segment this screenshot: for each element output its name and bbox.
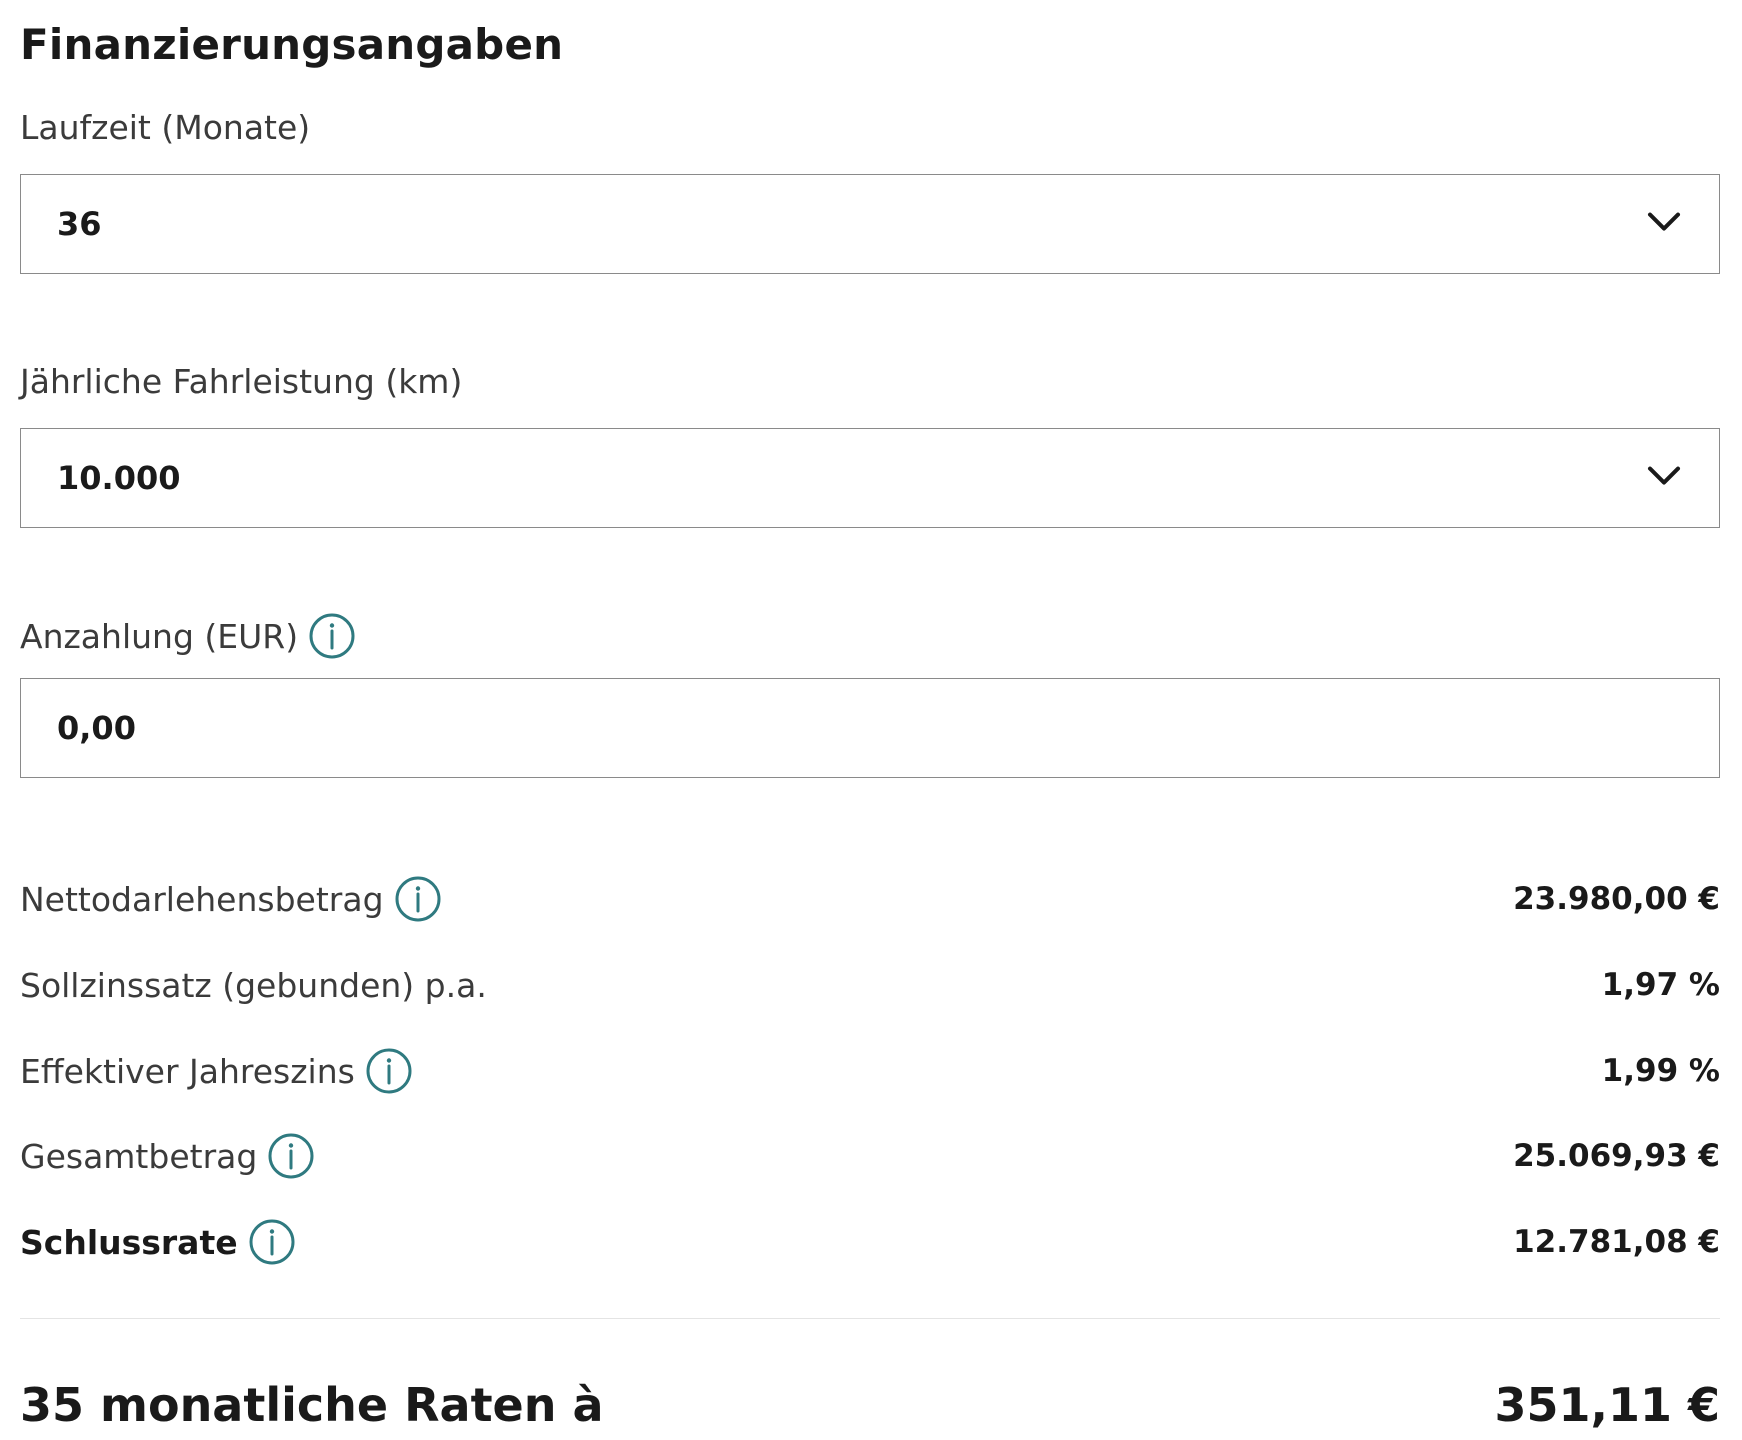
summary-label-text: Schlussrate: [20, 1222, 238, 1262]
financing-panel: Finanzierungsangaben Laufzeit (Monate) 3…: [20, 0, 1722, 1440]
summary-label: Sollzinssatz (gebunden) p.a.: [20, 966, 487, 1005]
section-title: Finanzierungsangaben: [20, 20, 564, 69]
summary-label: Schlussrate: [20, 1218, 296, 1266]
summary-value: 25.069,93 €: [1513, 1138, 1720, 1174]
summary-row-sollzinssatz: Sollzinssatz (gebunden) p.a. 1,97 %: [20, 957, 1720, 1013]
total-value: 351,11 €: [1494, 1378, 1720, 1432]
info-icon[interactable]: [267, 1132, 315, 1180]
summary-row-schlussrate: Schlussrate 12.781,08 €: [20, 1214, 1720, 1270]
info-icon[interactable]: [308, 612, 356, 660]
summary-row-effektiver-jahreszins: Effektiver Jahreszins 1,99 %: [20, 1043, 1720, 1099]
summary-value: 1,99 %: [1601, 1053, 1720, 1089]
summary-row-nettodarlehensbetrag: Nettodarlehensbetrag 23.980,00 €: [20, 871, 1720, 927]
laufzeit-value: 36: [57, 205, 102, 243]
chevron-down-icon: [1648, 212, 1680, 231]
info-icon[interactable]: [365, 1047, 413, 1095]
total-label: 35 monatliche Raten à: [20, 1378, 604, 1432]
fahrleistung-select[interactable]: 10.000: [20, 428, 1720, 528]
summary-value: 23.980,00 €: [1513, 881, 1720, 917]
chevron-down-icon: [1648, 466, 1680, 485]
anzahlung-input[interactable]: 0,00: [20, 678, 1720, 778]
anzahlung-label: Anzahlung (EUR): [20, 612, 356, 660]
anzahlung-label-text: Anzahlung (EUR): [20, 616, 299, 656]
fahrleistung-value: 10.000: [57, 459, 181, 497]
info-icon[interactable]: [248, 1218, 296, 1266]
laufzeit-label-text: Laufzeit (Monate): [20, 108, 311, 147]
summary-label: Nettodarlehensbetrag: [20, 875, 442, 923]
summary-value: 12.781,08 €: [1513, 1224, 1720, 1260]
info-icon[interactable]: [394, 875, 442, 923]
laufzeit-select[interactable]: 36: [20, 174, 1720, 274]
laufzeit-label: Laufzeit (Monate): [20, 108, 310, 147]
summary-value: 1,97 %: [1601, 967, 1720, 1003]
summary-label: Gesamtbetrag: [20, 1132, 315, 1180]
monthly-rate-total: 35 monatliche Raten à 351,11 €: [20, 1375, 1720, 1435]
fahrleistung-label: Jährliche Fahrleistung (km): [20, 362, 462, 401]
summary-row-gesamtbetrag: Gesamtbetrag 25.069,93 €: [20, 1128, 1720, 1184]
summary-label-text: Effektiver Jahreszins: [20, 1051, 355, 1091]
summary-label-text: Gesamtbetrag: [20, 1136, 258, 1176]
summary-label-text: Nettodarlehensbetrag: [20, 879, 384, 919]
anzahlung-value: 0,00: [57, 709, 136, 747]
fahrleistung-label-text: Jährliche Fahrleistung (km): [20, 362, 463, 401]
summary-label-text: Sollzinssatz (gebunden) p.a.: [20, 965, 487, 1005]
divider: [20, 1318, 1720, 1319]
summary-label: Effektiver Jahreszins: [20, 1047, 413, 1095]
